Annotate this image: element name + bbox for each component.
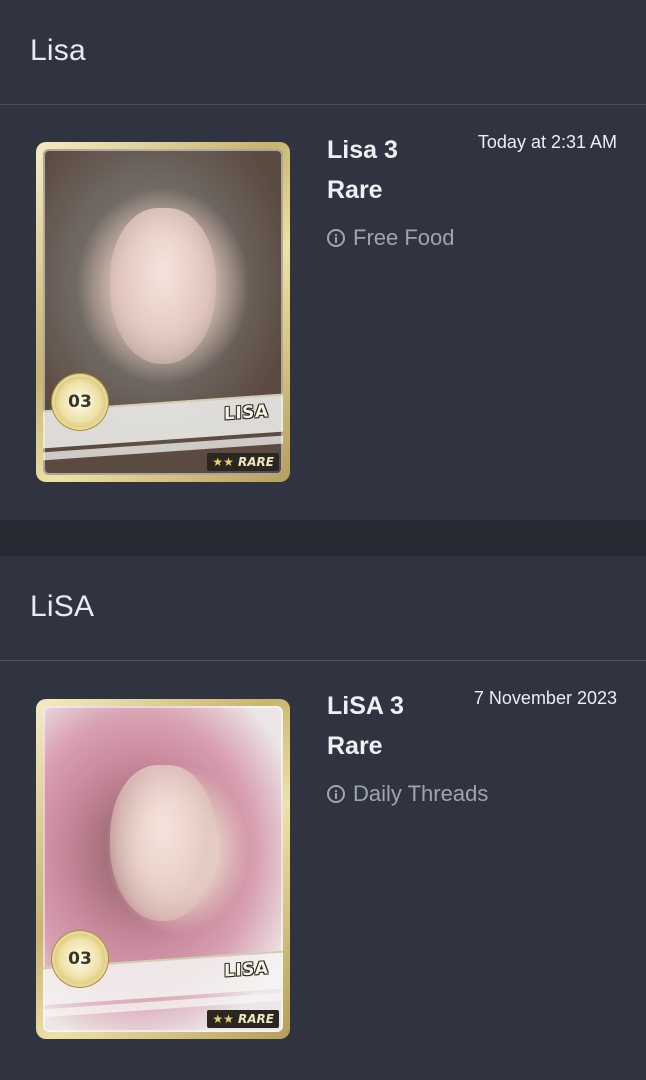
card-portrait	[110, 207, 216, 365]
star-icon: ★★	[212, 1012, 234, 1026]
item-source-label: Free Food	[353, 225, 455, 250]
card-entry-lisa-singer: LiSA LISA 03 ★★ RARE LiSA 3 Rare 7 Novem…	[0, 556, 646, 1080]
entry-header: LiSA	[0, 556, 646, 661]
card-photo: LISA 03 ★★ RARE	[43, 149, 283, 475]
card-rarity-label: ★★ RARE	[207, 1010, 279, 1028]
item-name: Lisa 3 Rare	[327, 136, 398, 204]
entry-title: LiSA	[30, 590, 95, 623]
card-number: 03	[68, 949, 92, 969]
entry-header: Lisa	[0, 0, 646, 105]
card-number: 03	[68, 392, 92, 412]
card-image[interactable]: LISA 03 ★★ RARE	[36, 699, 290, 1039]
item-timestamp: Today at 2:31 AM	[477, 132, 617, 152]
item-source-label: Daily Threads	[353, 781, 489, 806]
info-circle-icon	[327, 229, 345, 247]
card-name-tag: LISA	[224, 401, 269, 425]
card-rarity-label: ★★ RARE	[207, 453, 279, 471]
rarity-text: RARE	[238, 1012, 274, 1026]
item-source: Daily Threads	[327, 781, 488, 807]
card-number-badge: 03	[55, 934, 105, 984]
entry-title: Lisa	[30, 34, 86, 67]
card-image[interactable]: LISA 03 ★★ RARE	[36, 142, 290, 482]
info-circle-icon	[327, 785, 345, 803]
card-portrait	[110, 764, 216, 922]
card-name-tag: LISA	[224, 958, 269, 982]
card-number-badge: 03	[55, 377, 105, 427]
item-source: Free Food	[327, 225, 455, 251]
item-name: LiSA 3 Rare	[327, 692, 404, 760]
card-photo: LISA 03 ★★ RARE	[43, 706, 283, 1032]
rarity-text: RARE	[238, 455, 274, 469]
card-entry-lisa: Lisa LISA 03 ★★ RARE Lisa 3 Rare Today a…	[0, 0, 646, 520]
item-timestamp: 7 November 2023	[473, 688, 617, 708]
star-icon: ★★	[212, 455, 234, 469]
